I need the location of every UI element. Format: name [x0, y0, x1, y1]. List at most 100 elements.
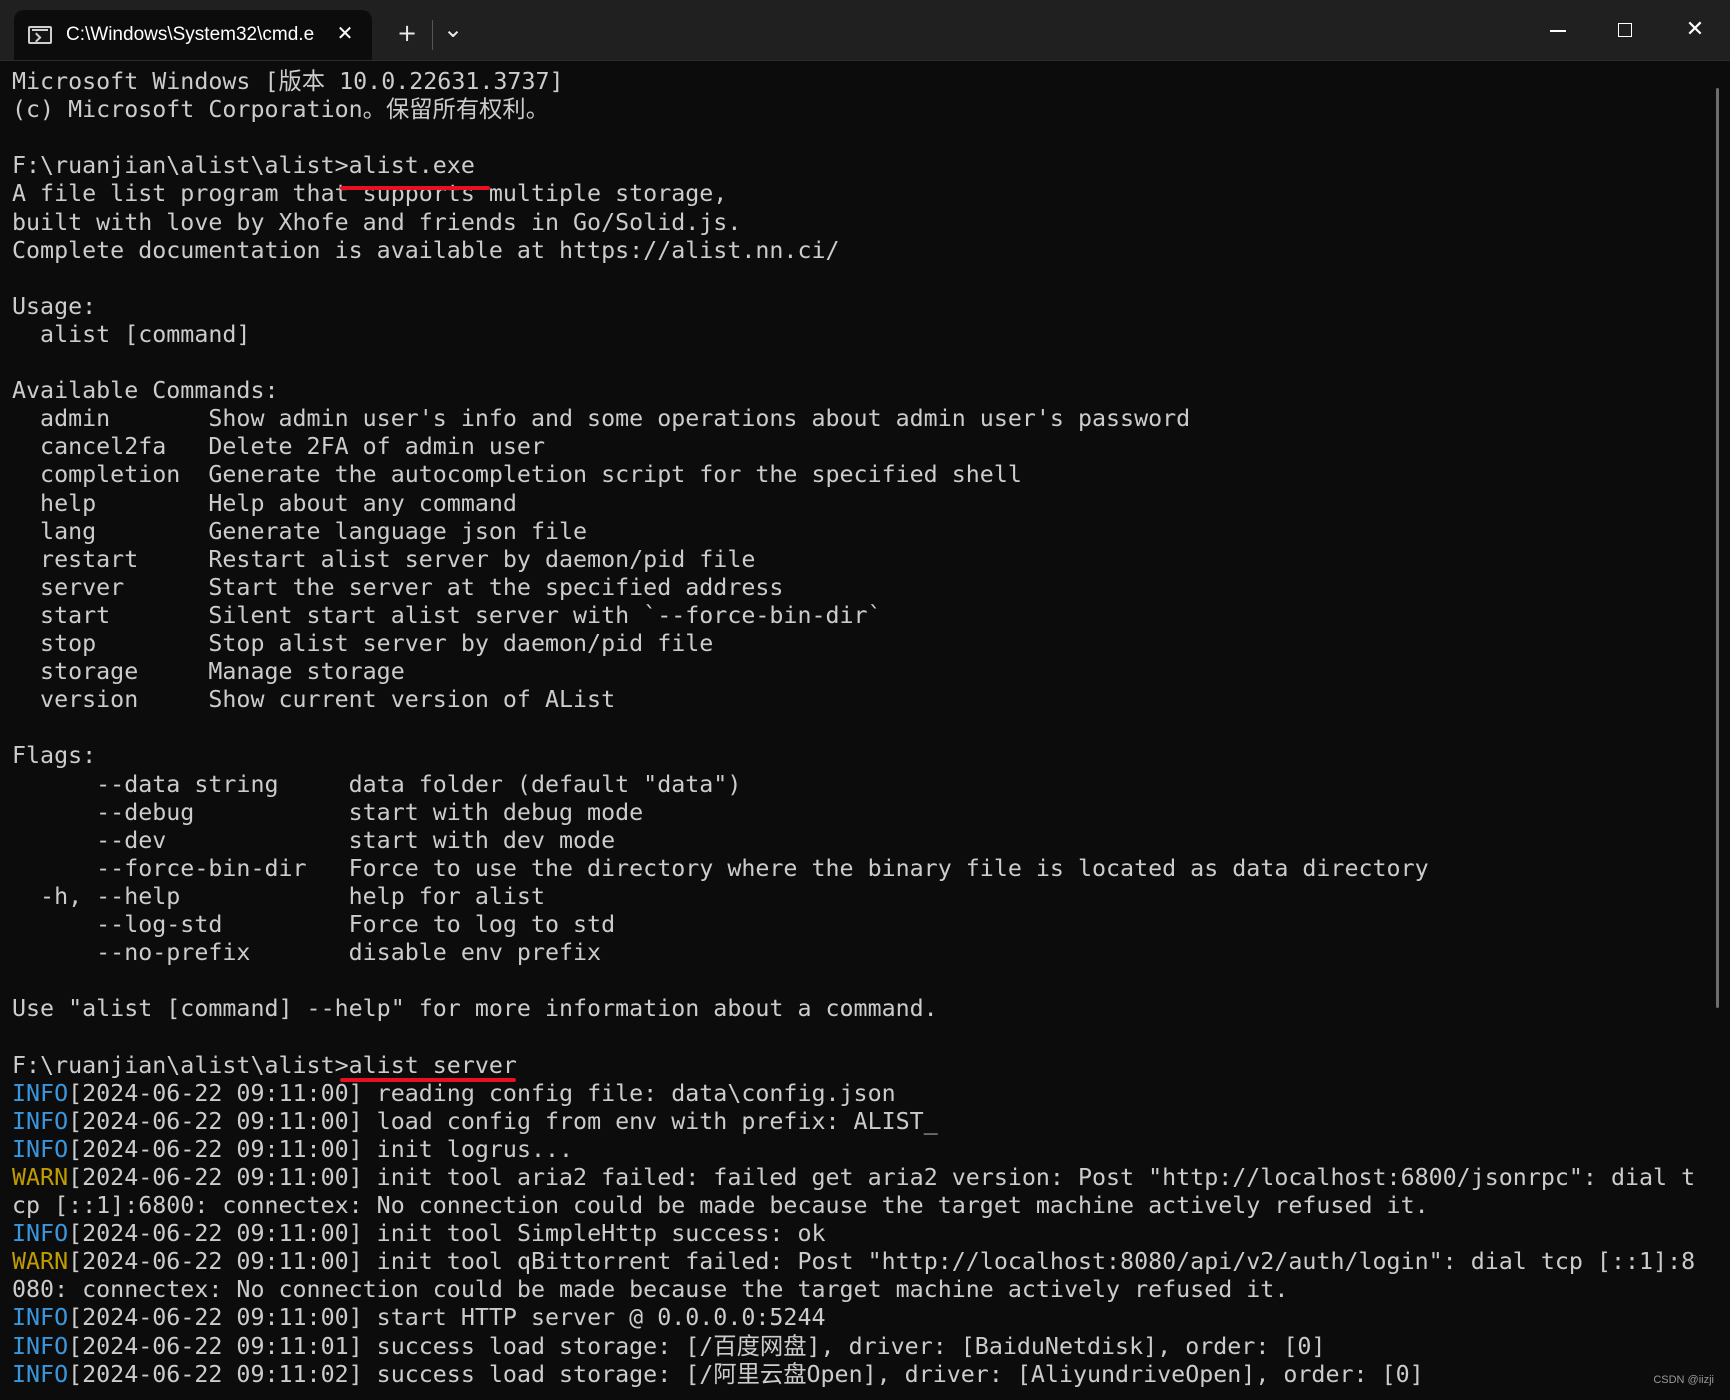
- line-text: [2024-06-22 09:11:01] success load stora…: [68, 1332, 1326, 1360]
- terminal-line: alist [command]: [12, 321, 250, 349]
- terminal-line: --data string data folder (default "data…: [12, 771, 741, 799]
- line-text: completion Generate the autocompletion s…: [12, 461, 1022, 489]
- terminal-line: (c) Microsoft Corporation。保留所有权利。: [12, 96, 549, 124]
- line-text: help Help about any command: [12, 489, 517, 517]
- line-text: F:\ruanjian\alist\alist>alist.exe: [12, 152, 475, 180]
- line-text: (c) Microsoft Corporation。保留所有权利。: [12, 96, 550, 124]
- highlight-underline: [340, 1078, 516, 1082]
- title-bar: C:\Windows\System32\cmd.e ✕ + ⌄ ✕: [0, 0, 1730, 61]
- highlight-underline: [340, 186, 490, 190]
- terminal-line: server Start the server at the specified…: [12, 574, 783, 602]
- tab-dropdown-button[interactable]: ⌄: [438, 14, 468, 44]
- line-text: [2024-06-22 09:11:02] success load stora…: [68, 1360, 1424, 1388]
- line-text: [2024-06-22 09:11:00] init logrus...: [68, 1135, 574, 1163]
- line-text: Usage:: [12, 292, 97, 320]
- line-text: [2024-06-22 09:11:00] init tool qBittorr…: [68, 1248, 1696, 1276]
- line-text: F:\ruanjian\alist\alist>alist server: [12, 1051, 517, 1079]
- line-text: --data string data folder (default "data…: [12, 770, 742, 798]
- terminal-line: --dev start with dev mode: [12, 827, 615, 855]
- terminal-line: 080: connectex: No connection could be m…: [12, 1276, 1288, 1304]
- line-text: [2024-06-22 09:11:00] start HTTP server …: [68, 1304, 826, 1332]
- scrollbar-thumb[interactable]: [1716, 88, 1719, 1008]
- line-text: alist [command]: [12, 320, 251, 348]
- line-text: --log-std Force to log to std: [12, 911, 616, 938]
- line-text: admin Show admin user's info and some op…: [12, 405, 1191, 433]
- terminal-line: Complete documentation is available at h…: [12, 237, 840, 265]
- log-level: INFO: [12, 1079, 69, 1107]
- terminal-line: --force-bin-dir Force to use the directo…: [12, 854, 1429, 883]
- terminal-line: F:\ruanjian\alist\alist>alist.exe: [12, 152, 475, 180]
- terminal-line: INFO[2024-06-22 09:11:00] start HTTP ser…: [12, 1304, 826, 1332]
- terminal-line: stop Stop alist server by daemon/pid fil…: [12, 630, 713, 658]
- terminal-line: start Silent start alist server with `--…: [12, 602, 882, 630]
- terminal-line: --log-std Force to log to std: [12, 911, 615, 939]
- line-text: Microsoft Windows [版本 10.0.22631.3737]: [12, 68, 564, 95]
- line-text: server Start the server at the specified…: [12, 573, 784, 601]
- line-text: --dev start with dev mode: [12, 826, 616, 854]
- tab-cmd[interactable]: C:\Windows\System32\cmd.e ✕: [14, 10, 372, 60]
- log-level: WARN: [12, 1248, 69, 1276]
- terminal-line: Flags:: [12, 742, 96, 770]
- line-text: A file list program that supports multip…: [12, 180, 728, 208]
- terminal-line: --debug start with debug mode: [12, 799, 643, 827]
- line-text: Flags:: [12, 742, 97, 770]
- terminal-line: cancel2fa Delete 2FA of admin user: [12, 433, 545, 461]
- terminal-line: INFO[2024-06-22 09:11:02] success load s…: [12, 1361, 1424, 1389]
- line-text: lang Generate language json file: [12, 517, 588, 545]
- terminal-line: INFO[2024-06-22 09:11:00] init logrus...: [12, 1136, 573, 1164]
- terminal-window: C:\Windows\System32\cmd.e ✕ + ⌄ ✕ Micros…: [0, 0, 1730, 1400]
- terminal-line: A file list program that supports multip…: [12, 180, 727, 208]
- scrollbar[interactable]: [1716, 88, 1722, 1008]
- line-text: built with love by Xhofe and friends in …: [12, 208, 742, 236]
- terminal-line: lang Generate language json file: [12, 518, 587, 546]
- tab-title: C:\Windows\System32\cmd.e: [66, 24, 315, 45]
- line-text: cancel2fa Delete 2FA of admin user: [12, 433, 545, 461]
- line-text: [2024-06-22 09:11:00] init tool SimpleHt…: [68, 1220, 826, 1248]
- terminal-line: -h, --help help for alist: [12, 883, 545, 911]
- log-level: INFO: [12, 1107, 69, 1135]
- line-text: Complete documentation is available at h…: [12, 236, 840, 264]
- terminal-line: INFO[2024-06-22 09:11:01] success load s…: [12, 1333, 1325, 1361]
- terminal-output[interactable]: Microsoft Windows [版本 10.0.22631.3737] (c…: [12, 60, 1712, 1400]
- log-level: INFO: [12, 1135, 69, 1163]
- terminal-line: completion Generate the autocompletion s…: [12, 461, 1022, 489]
- line-text: start Silent start alist server with `--…: [12, 601, 882, 629]
- maximize-button[interactable]: [1590, 0, 1660, 60]
- watermark: CSDN @iizji: [1653, 1374, 1714, 1386]
- terminal-line: admin Show admin user's info and some op…: [12, 405, 1190, 433]
- line-text: [2024-06-22 09:11:00] reading config fil…: [68, 1079, 896, 1107]
- line-text: Use "alist [command] --help" for more in…: [12, 995, 938, 1023]
- terminal-line: INFO[2024-06-22 09:11:00] load config fr…: [12, 1108, 938, 1136]
- close-window-button[interactable]: ✕: [1660, 0, 1730, 60]
- terminal-line: Usage:: [12, 293, 96, 321]
- terminal-line: help Help about any command: [12, 490, 517, 518]
- line-text: --no-prefix disable env prefix: [12, 939, 602, 967]
- line-text: --debug start with debug mode: [12, 798, 644, 826]
- log-level: WARN: [12, 1163, 69, 1191]
- line-text: [2024-06-22 09:11:00] init tool aria2 fa…: [68, 1163, 1696, 1191]
- terminal-line: INFO[2024-06-22 09:11:00] reading config…: [12, 1080, 896, 1108]
- minimize-button[interactable]: [1522, 0, 1592, 60]
- terminal-line: WARN[2024-06-22 09:11:00] init tool aria…: [12, 1164, 1695, 1192]
- line-text: 080: connectex: No connection could be m…: [12, 1276, 1289, 1304]
- line-text: stop Stop alist server by daemon/pid fil…: [12, 630, 714, 657]
- line-text: cp [::1]:6800: connectex: No connection …: [12, 1192, 1429, 1219]
- terminal-line: Microsoft Windows [版本 10.0.22631.3737]: [12, 68, 564, 96]
- terminal-line: WARN[2024-06-22 09:11:00] init tool qBit…: [12, 1248, 1695, 1276]
- line-text: [2024-06-22 09:11:00] load config from e…: [68, 1107, 938, 1135]
- terminal-line: version Show current version of AList: [12, 686, 615, 714]
- line-text: storage Manage storage: [12, 658, 405, 686]
- new-tab-button[interactable]: +: [392, 18, 422, 48]
- terminal-line: Use "alist [command] --help" for more in…: [12, 995, 938, 1023]
- line-text: version Show current version of AList: [12, 686, 616, 714]
- line-text: -h, --help help for alist: [12, 882, 545, 910]
- terminal-line: Available Commands:: [12, 377, 279, 405]
- log-level: INFO: [12, 1332, 69, 1360]
- terminal-icon: [28, 26, 52, 44]
- log-level: INFO: [12, 1360, 69, 1388]
- terminal-line: cp [::1]:6800: connectex: No connection …: [12, 1192, 1429, 1220]
- line-text: --force-bin-dir Force to use the directo…: [12, 854, 1429, 882]
- titlebar-divider: [432, 20, 433, 50]
- tab-close-button[interactable]: ✕: [330, 18, 360, 48]
- terminal-line: restart Restart alist server by daemon/p…: [12, 546, 755, 574]
